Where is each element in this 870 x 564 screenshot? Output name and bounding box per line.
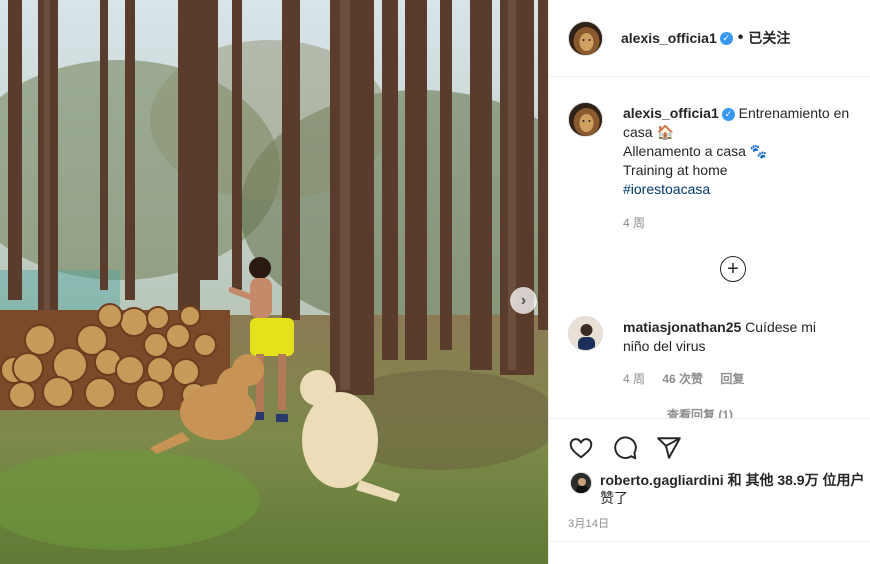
- commenter-username[interactable]: matiasjonathan25: [623, 319, 741, 335]
- load-more-comments-button[interactable]: +: [720, 256, 746, 282]
- chevron-right-icon: ›: [520, 291, 527, 309]
- carousel-next-button[interactable]: ›: [510, 287, 537, 314]
- commenter-avatar[interactable]: [568, 316, 603, 351]
- person-avatar-image: [569, 317, 602, 350]
- reply-button[interactable]: 回复: [720, 372, 744, 386]
- caption-age[interactable]: 4 周: [623, 214, 645, 231]
- likes-text: roberto.gagliardini 和 其他 38.9万 位用户: [600, 472, 865, 488]
- add-comment-area[interactable]: [549, 541, 870, 564]
- author-avatar[interactable]: [568, 20, 603, 56]
- heart-icon[interactable]: [568, 435, 594, 461]
- lion-avatar-image: [569, 103, 602, 136]
- comment-age[interactable]: 4 周: [623, 372, 645, 386]
- share-icon[interactable]: [656, 435, 682, 461]
- comments-list[interactable]: alexis_officia1 ✓ Entrenamiento en casa 🏠…: [549, 78, 870, 418]
- lion-avatar-image: [569, 21, 602, 55]
- plus-circle-icon: +: [727, 258, 739, 280]
- caption-line-3: Training at home: [623, 162, 728, 178]
- caption-author-username[interactable]: alexis_officia1: [623, 105, 719, 121]
- caption-line-2: Allenamento a casa 🐾: [623, 143, 768, 159]
- liker-avatar: [570, 472, 592, 494]
- post-date[interactable]: 3月14日: [568, 515, 609, 531]
- action-bar: [568, 435, 682, 461]
- likes-line-1: roberto.gagliardini 和 其他 38.9万 位用户: [600, 471, 864, 489]
- likes-line-2: 赞了: [600, 490, 628, 506]
- separator-dot: •: [737, 29, 744, 46]
- caption-author-avatar[interactable]: [568, 102, 603, 137]
- author-username[interactable]: alexis_officia1: [621, 30, 717, 46]
- comment-icon[interactable]: [612, 435, 638, 461]
- verified-icon: ✓: [721, 108, 735, 121]
- view-replies-button[interactable]: 查看回复 (1): [667, 406, 733, 418]
- hashtag-link[interactable]: #iorestoacasa: [623, 180, 868, 199]
- photo-scene: [0, 0, 548, 564]
- person-avatar-image: [571, 473, 591, 493]
- follow-status-button[interactable]: 已关注: [748, 28, 790, 48]
- post-header: alexis_officia1 ✓ • 已关注: [549, 0, 870, 77]
- comment-likes[interactable]: 46 次赞: [662, 372, 703, 386]
- verified-icon: ✓: [719, 31, 733, 45]
- comment-meta: 4 周 46 次赞 回复: [623, 370, 758, 387]
- post-actions-section: roberto.gagliardini 和 其他 38.9万 位用户 赞了 3月…: [549, 418, 870, 542]
- post-photo[interactable]: ›: [0, 0, 548, 564]
- post-side-panel: alexis_officia1 ✓ • 已关注 alexis_officia1 ✓…: [548, 0, 870, 564]
